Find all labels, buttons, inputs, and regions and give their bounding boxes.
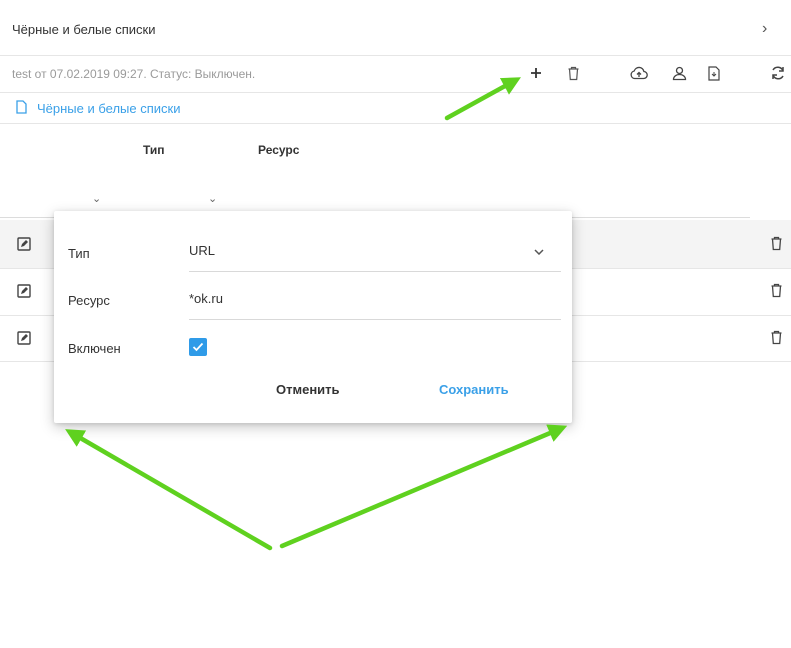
type-underline [189, 271, 561, 272]
expand-chevron-icon[interactable]: › [762, 20, 767, 38]
edit-icon[interactable] [17, 284, 31, 298]
edit-rule-dialog: Тип URL Ресурс *ok.ru Включен Отменить С… [54, 211, 572, 423]
document-icon [16, 100, 27, 117]
trash-icon[interactable] [562, 62, 584, 84]
resource-label: Ресурс [68, 293, 110, 308]
enabled-checkbox[interactable] [189, 338, 207, 356]
chevron-down-icon[interactable] [534, 244, 544, 258]
arrow-to-dialog-left [65, 429, 273, 551]
enabled-label: Включен [68, 341, 121, 356]
refresh-icon[interactable] [767, 62, 789, 84]
users-icon[interactable] [668, 62, 690, 84]
resource-input[interactable]: *ok.ru [189, 291, 223, 306]
divider [0, 55, 791, 56]
filter-type-chevron-icon[interactable]: ⌄ [92, 192, 101, 205]
arrow-to-add-button [444, 77, 521, 121]
divider [0, 92, 791, 93]
type-select[interactable]: URL [189, 243, 215, 258]
arrow-to-dialog-right [279, 424, 568, 549]
cloud-upload-icon[interactable] [628, 62, 650, 84]
edit-icon[interactable] [17, 331, 31, 345]
delete-icon[interactable] [770, 236, 784, 252]
delete-icon[interactable] [770, 283, 784, 299]
plus-icon[interactable] [525, 62, 547, 84]
divider [0, 123, 791, 124]
file-icon[interactable] [703, 62, 725, 84]
breadcrumb[interactable]: Чёрные и белые списки [16, 100, 180, 117]
panel-title: Чёрные и белые списки [12, 22, 156, 37]
status-text: test от 07.02.2019 09:27. Статус: Выключ… [12, 67, 256, 81]
column-header-resource[interactable]: Ресурс [258, 143, 299, 157]
resource-underline [189, 319, 561, 320]
cancel-button[interactable]: Отменить [276, 382, 340, 397]
column-header-type[interactable]: Тип [143, 143, 165, 157]
edit-icon[interactable] [17, 237, 31, 251]
filter-resource-chevron-icon[interactable]: ⌄ [208, 192, 217, 205]
type-label: Тип [68, 246, 90, 261]
save-button[interactable]: Сохранить [439, 382, 509, 397]
delete-icon[interactable] [770, 330, 784, 346]
breadcrumb-label: Чёрные и белые списки [37, 101, 181, 116]
